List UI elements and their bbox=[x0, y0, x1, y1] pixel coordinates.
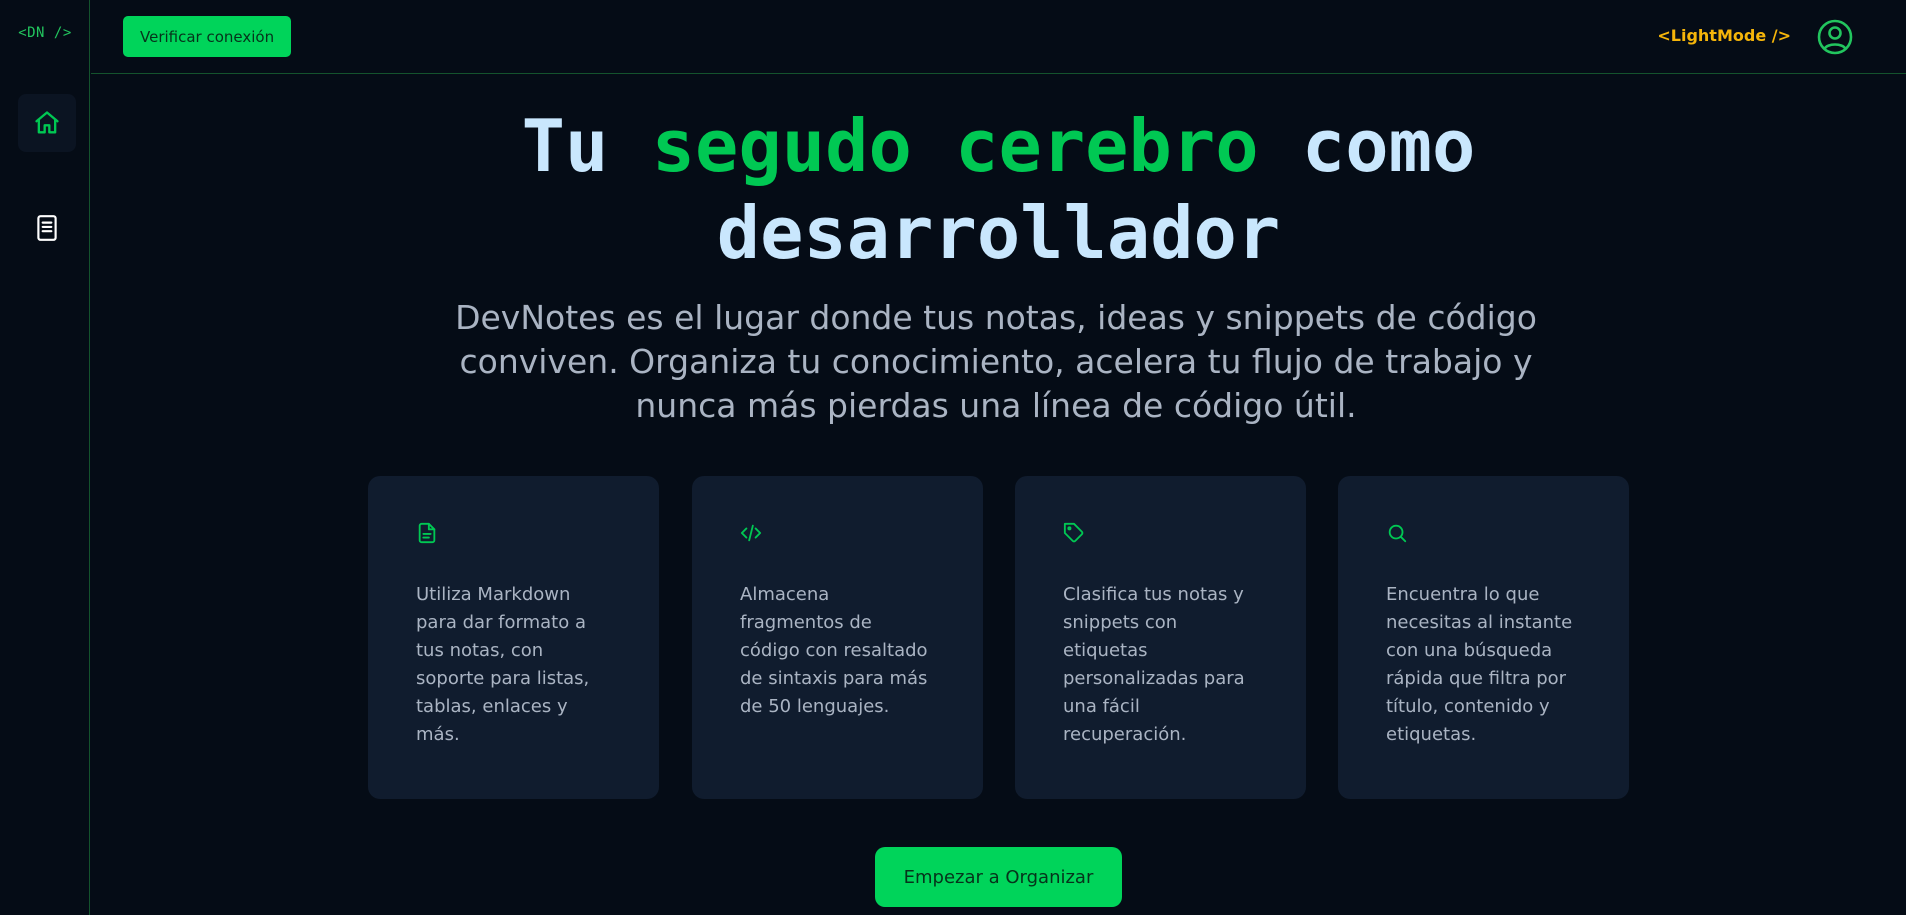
home-icon bbox=[35, 111, 59, 134]
file-text-icon bbox=[418, 522, 436, 544]
tag-icon bbox=[1063, 522, 1084, 543]
light-mode-toggle[interactable]: <LightMode /> bbox=[1657, 26, 1791, 45]
hero-title: Tu segudo cerebro como desarrollador bbox=[91, 103, 1906, 277]
verify-connection-button[interactable]: Verificar conexión bbox=[123, 16, 292, 57]
hero-title-part-2: como bbox=[1258, 104, 1476, 188]
hero-title-line-1: Tu segudo cerebro como bbox=[91, 103, 1906, 190]
user-circle-icon bbox=[1817, 19, 1853, 55]
hero-title-part-1: Tu bbox=[521, 104, 652, 188]
sidebar: <DN /> bbox=[0, 0, 90, 915]
feature-description: Almacena fragmentos de código con resalt… bbox=[740, 584, 928, 717]
app-root: <DN /> Verificar conexión <LightMode /> bbox=[0, 0, 1906, 915]
start-organizing-button[interactable]: Empezar a Organizar bbox=[875, 847, 1122, 907]
app-logo[interactable]: <DN /> bbox=[0, 25, 90, 41]
feature-card-tags: Clasifica tus notas y snippets con etiqu… bbox=[1015, 476, 1306, 799]
feature-description: Clasifica tus notas y snippets con etiqu… bbox=[1063, 584, 1245, 745]
document-icon bbox=[37, 215, 57, 241]
feature-card-snippets: Almacena fragmentos de código con resalt… bbox=[692, 476, 983, 799]
feature-card-search: Encuentra lo que necesitas al instante c… bbox=[1338, 476, 1629, 799]
sidebar-item-notes[interactable] bbox=[18, 199, 76, 257]
sidebar-item-home[interactable] bbox=[18, 94, 76, 152]
hero-title-accent: segudo cerebro bbox=[651, 104, 1259, 188]
top-bar: Verificar conexión <LightMode /> bbox=[91, 0, 1906, 74]
hero-title-line-2: desarrollador bbox=[716, 191, 1281, 275]
code-icon bbox=[740, 524, 762, 542]
feature-description: Encuentra lo que necesitas al instante c… bbox=[1386, 584, 1573, 745]
feature-description: Utiliza Markdown para dar formato a tus … bbox=[416, 584, 590, 745]
hero-subtitle: DevNotes es el lugar donde tus notas, id… bbox=[455, 298, 1537, 425]
profile-button[interactable] bbox=[1816, 18, 1854, 56]
search-icon bbox=[1388, 524, 1407, 543]
feature-card-markdown: Utiliza Markdown para dar formato a tus … bbox=[368, 476, 659, 799]
